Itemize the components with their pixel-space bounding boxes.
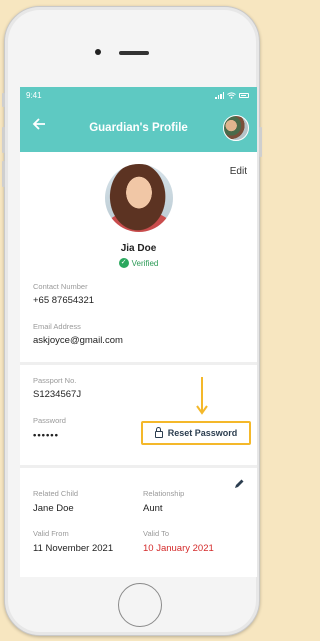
battery-icon bbox=[239, 93, 249, 98]
front-camera bbox=[95, 49, 101, 55]
passport-value: S1234567J bbox=[33, 389, 82, 400]
related-child-label: Related Child bbox=[33, 489, 79, 498]
valid-from-value: 11 November 2021 bbox=[33, 543, 114, 554]
related-child-card: Related Child Jane Doe Relationship Aunt… bbox=[20, 468, 257, 577]
valid-to-value: 10 January 2021 bbox=[143, 543, 214, 554]
volume-down-button bbox=[2, 161, 5, 187]
verified-label: Verified bbox=[131, 258, 159, 268]
signal-icon bbox=[215, 92, 224, 99]
status-indicators bbox=[215, 92, 249, 99]
password-label: Password bbox=[33, 416, 66, 425]
app-bar: Guardian's Profile bbox=[20, 104, 257, 152]
edit-button[interactable]: Edit bbox=[230, 166, 247, 177]
phone-frame: 9:41 Guardian's Profile Edit Jia Doe ✓ V… bbox=[2, 6, 262, 636]
valid-to-label: Valid To bbox=[143, 529, 169, 538]
lock-icon bbox=[154, 427, 163, 438]
user-avatar[interactable] bbox=[223, 115, 249, 141]
status-bar: 9:41 bbox=[20, 87, 257, 104]
earpiece-speaker bbox=[119, 51, 149, 55]
status-time: 9:41 bbox=[26, 91, 42, 100]
email-label: Email Address bbox=[33, 322, 81, 331]
power-button bbox=[259, 127, 262, 157]
app-screen: 9:41 Guardian's Profile Edit Jia Doe ✓ V… bbox=[20, 87, 257, 577]
profile-card: Edit Jia Doe ✓ Verified Contact Number +… bbox=[20, 152, 257, 362]
page-title: Guardian's Profile bbox=[89, 122, 188, 134]
relationship-value: Aunt bbox=[143, 503, 163, 514]
profile-photo bbox=[105, 164, 173, 232]
mute-switch bbox=[2, 93, 5, 107]
wifi-icon bbox=[227, 92, 236, 99]
credentials-card: Passport No. S1234567J Password •••••• R… bbox=[20, 365, 257, 465]
profile-name: Jia Doe bbox=[120, 243, 157, 254]
contact-number-label: Contact Number bbox=[33, 282, 88, 291]
password-value: •••••• bbox=[33, 430, 59, 441]
passport-label: Passport No. bbox=[33, 376, 77, 385]
reset-password-label: Reset Password bbox=[167, 428, 238, 438]
check-icon: ✓ bbox=[118, 258, 129, 268]
contact-number-value: +65 87654321 bbox=[33, 295, 95, 306]
valid-from-label: Valid From bbox=[33, 529, 69, 538]
email-value: askjoyce@gmail.com bbox=[33, 335, 123, 346]
pencil-icon[interactable] bbox=[233, 478, 245, 490]
home-button[interactable] bbox=[118, 583, 162, 627]
relationship-label: Relationship bbox=[143, 489, 185, 498]
back-arrow-icon[interactable] bbox=[32, 117, 46, 131]
related-child-value: Jane Doe bbox=[33, 503, 74, 514]
volume-up-button bbox=[2, 127, 5, 153]
down-arrow-icon bbox=[196, 377, 208, 415]
reset-password-button[interactable]: Reset Password bbox=[141, 421, 251, 445]
verified-badge: ✓ Verified bbox=[20, 258, 257, 268]
